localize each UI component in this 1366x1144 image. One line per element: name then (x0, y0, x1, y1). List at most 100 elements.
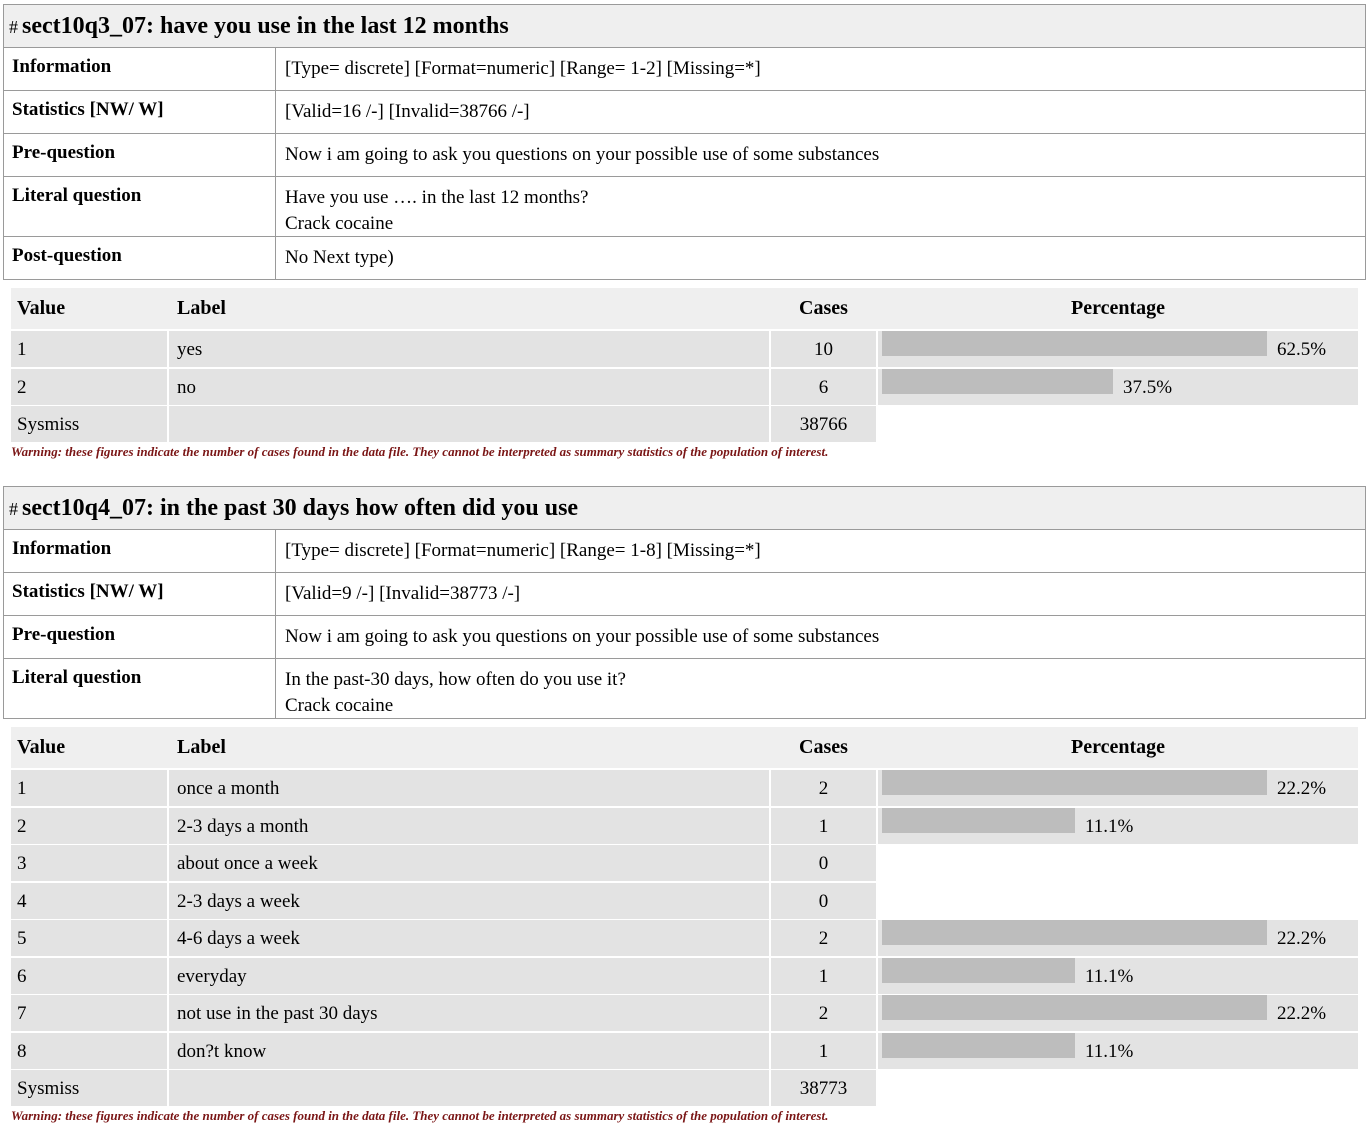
info-key: Pre-question (4, 134, 276, 176)
row-label: 2-3 days a month (177, 815, 309, 837)
warning-note: Warning: these figures indicate the numb… (11, 1108, 829, 1123)
info-key: Post-question (4, 237, 276, 279)
row-value: 5 (17, 928, 27, 949)
cell-bg (169, 368, 769, 405)
cell-bg (169, 1070, 769, 1106)
cell-bg (11, 882, 167, 919)
sysmiss-row: Sysmiss 38766 (11, 406, 1358, 443)
header-value: Value (17, 297, 66, 319)
variable-title-text: sect10q3_07: have you use in the last 12… (22, 13, 509, 39)
row-value: 2 (17, 376, 27, 398)
table-row: 1 once a month 2 22.2% (11, 770, 1358, 807)
info-value-line: Now i am going to ask you questions on y… (285, 626, 880, 647)
percentage-label: 62.5% (1277, 339, 1327, 360)
percentage-bar (882, 920, 1267, 945)
row-value: 6 (17, 965, 27, 987)
info-value-line: [Type= discrete] [Format=numeric] [Range… (285, 58, 761, 79)
cell-bg (11, 1032, 167, 1069)
info-row: Statistics [NW/ W] [Valid=16 /-] [Invalid… (3, 91, 1366, 134)
percentage-bar (882, 1032, 1075, 1058)
row-cases: 0 (818, 890, 829, 912)
row-cases: 6 (818, 376, 829, 398)
info-key: Statistics [NW/ W] (4, 91, 276, 133)
header-percentage: Percentage (1070, 297, 1166, 319)
info-row: Information [Type= discrete] [Format=nume… (3, 530, 1366, 573)
percentage-bar (882, 770, 1267, 795)
info-value: [Type= discrete] [Format=numeric] [Range… (285, 56, 1359, 82)
row-cases: 2 (818, 928, 829, 949)
info-row: Post-question No Next type) (3, 237, 1366, 280)
row-label: 2-3 days a week (177, 890, 300, 912)
info-value: Now i am going to ask you questions on y… (285, 142, 1359, 168)
table-row: 5 4-6 days a week 2 22.2% (11, 920, 1358, 957)
sysmiss-cases: 38766 (799, 414, 848, 435)
info-key: Information (4, 530, 276, 572)
table-row: 4 2-3 days a week 0 (11, 882, 1358, 920)
info-value: Have you use …. in the last 12 months? Cr… (285, 185, 1359, 237)
row-cases: 2 (818, 778, 829, 799)
header-label: Label (177, 736, 226, 758)
table-row: 2 no 6 37.5% (11, 368, 1358, 406)
percentage-bar (882, 995, 1267, 1020)
variable-title: # sect10q4_07: in the past 30 days how of… (3, 486, 1366, 530)
cell-bg (11, 807, 167, 844)
info-row: Pre-question Now i am going to ask you qu… (3, 134, 1366, 177)
info-key: Statistics [NW/ W] (4, 573, 276, 615)
percentage-label: 11.1% (1085, 1040, 1134, 1062)
row-value: 8 (17, 1040, 27, 1062)
row-label: don?t know (177, 1040, 267, 1062)
header-percentage: Percentage (1070, 736, 1166, 758)
hash-icon: # (9, 17, 18, 37)
info-value-line: Have you use …. in the last 12 months? (285, 187, 589, 208)
info-value-line: [Type= discrete] [Format=numeric] [Range… (285, 540, 761, 561)
table-row: 7 not use in the past 30 days 2 22.2% (11, 995, 1358, 1032)
cell-bg (11, 920, 167, 956)
row-value: 3 (17, 853, 27, 874)
table-row: 6 everyday 1 11.1% (11, 957, 1358, 995)
row-cases: 1 (818, 1040, 829, 1062)
cell-bg (11, 331, 167, 367)
row-value: 2 (17, 815, 27, 837)
row-label: yes (177, 339, 203, 360)
info-row: Literal question In the past-30 days, how… (3, 659, 1366, 719)
percentage-label: 37.5% (1123, 376, 1173, 398)
info-value-line: [Valid=16 /-] [Invalid=38766 /-] (285, 101, 530, 122)
row-label: about once a week (177, 853, 318, 874)
info-value: Now i am going to ask you questions on y… (285, 624, 1359, 650)
info-row: Pre-question Now i am going to ask you qu… (3, 616, 1366, 659)
percentage-bar (882, 331, 1267, 356)
row-label: no (177, 376, 196, 398)
sysmiss-row: Sysmiss 38773 (11, 1070, 1358, 1107)
cell-bg (11, 957, 167, 994)
sysmiss-label: Sysmiss (17, 414, 80, 435)
header-cases: Cases (799, 297, 848, 319)
row-cases: 10 (814, 339, 833, 360)
info-row: Information [Type= discrete] [Format=nume… (3, 48, 1366, 91)
row-label: once a month (177, 778, 280, 799)
info-value: [Valid=9 /-] [Invalid=38773 /-] (285, 581, 1359, 607)
percentage-label: 22.2% (1277, 778, 1327, 799)
percentage-bar (882, 368, 1113, 394)
cell-bg (11, 845, 167, 881)
row-label: not use in the past 30 days (177, 1003, 378, 1024)
frequency-header: Value Label Cases Percentage (11, 288, 1358, 329)
table-row: 8 don?t know 1 11.1% (11, 1032, 1358, 1070)
row-value: 7 (17, 1003, 27, 1024)
hash-icon: # (9, 499, 18, 519)
frequency-header: Value Label Cases Percentage (11, 727, 1358, 768)
info-value: [Type= discrete] [Format=numeric] [Range… (285, 538, 1359, 564)
percentage-label: 22.2% (1277, 928, 1327, 949)
info-row: Statistics [NW/ W] [Valid=9 /-] [Invalid=… (3, 573, 1366, 616)
percentage-bar (882, 957, 1075, 983)
row-cases: 0 (818, 853, 829, 874)
row-cases: 1 (818, 965, 829, 987)
cell-bg (11, 770, 167, 806)
warning-note: Warning: these figures indicate the numb… (11, 444, 829, 459)
table-row: 1 yes 10 62.5% (11, 331, 1358, 368)
info-value-line: Crack cocaine (285, 213, 394, 234)
row-value: 1 (17, 778, 27, 799)
header-label: Label (177, 297, 226, 319)
table-row: 3 about once a week 0 (11, 845, 1358, 882)
row-label: everyday (177, 965, 247, 987)
info-row: Literal question Have you use …. in the l… (3, 177, 1366, 237)
